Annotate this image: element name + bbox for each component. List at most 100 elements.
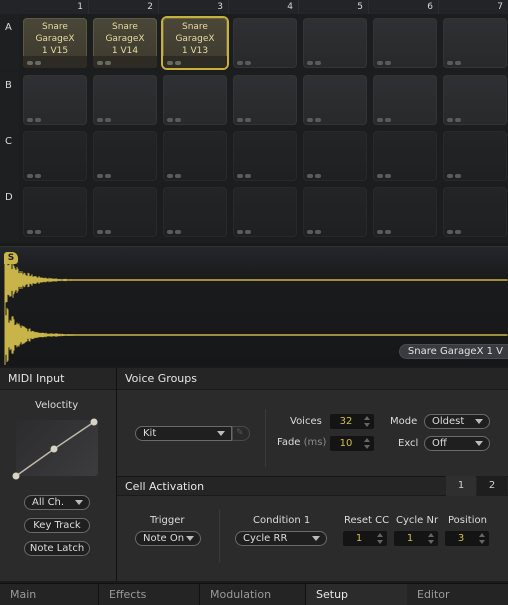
tab-main[interactable]: Main	[0, 584, 99, 605]
grid-cell-b2[interactable]	[93, 75, 157, 125]
grid-cell-b3[interactable]	[163, 75, 227, 125]
cell-activation-page-2[interactable]: 2	[477, 476, 507, 496]
grid-cell-c6[interactable]	[373, 131, 437, 181]
grid-cell-a7[interactable]	[443, 18, 507, 68]
grid-cell-d1[interactable]	[23, 187, 87, 237]
grid-cell-a4[interactable]	[233, 18, 297, 68]
voices-field[interactable]: 32	[330, 414, 374, 429]
grid-cell-a2[interactable]: Snare GarageX 1 V14	[93, 18, 157, 68]
grid-cell-a3[interactable]: Snare GarageX 1 V13	[163, 18, 227, 68]
cell-indicator-icon	[97, 230, 103, 234]
row-label-a[interactable]: A	[0, 14, 19, 70]
cell-indicator-icon	[447, 61, 453, 65]
waveform-display[interactable]: S Snare GarageX 1 V	[0, 246, 508, 366]
cell-indicator-icon	[315, 174, 321, 178]
velocity-curve-point[interactable]	[50, 445, 58, 453]
grid-cell-d2[interactable]	[93, 187, 157, 237]
bottom-tab-bar: Main Effects Modulation Setup Editor	[0, 583, 508, 605]
trigger-select[interactable]: Note On	[135, 531, 201, 546]
spinner-icon[interactable]	[364, 438, 370, 449]
tab-modulation[interactable]: Modulation	[200, 584, 306, 605]
spinner-icon[interactable]	[428, 533, 434, 544]
grid-cell-d3[interactable]	[163, 187, 227, 237]
excl-label: Excl	[398, 438, 419, 449]
grid-cell-c3[interactable]	[163, 131, 227, 181]
cell-sample-name: Snare GarageX 1 V15	[35, 22, 75, 56]
grid-cell-b5[interactable]	[303, 75, 367, 125]
grid-cell-d7[interactable]	[443, 187, 507, 237]
spinner-icon[interactable]	[377, 533, 383, 544]
grid-cell-d5[interactable]	[303, 187, 367, 237]
grid-cell-c1[interactable]	[23, 131, 87, 181]
key-track-button[interactable]: Key Track	[24, 518, 90, 533]
setup-panel: MIDI Input Veloctity All Ch. Key Track N…	[0, 368, 508, 581]
cell-indicator-icon	[385, 174, 391, 178]
grid-cell-c4[interactable]	[233, 131, 297, 181]
column-header-6[interactable]: 6	[369, 0, 439, 14]
condition-select[interactable]: Cycle RR	[235, 531, 327, 546]
row-label-c[interactable]: C	[0, 128, 19, 184]
cell-activation-page-1[interactable]: 1	[446, 476, 476, 496]
position-field[interactable]: 3	[445, 531, 489, 546]
cell-indicator-icon	[447, 118, 453, 122]
cell-indicator-icon	[245, 174, 251, 178]
column-header-2[interactable]: 2	[89, 0, 159, 14]
velocity-curve-segment	[53, 421, 95, 450]
grid-cell-d6[interactable]	[373, 187, 437, 237]
voice-group-select[interactable]: Kit	[135, 426, 232, 441]
column-header-1[interactable]: 1	[19, 0, 89, 14]
grid-cell-b4[interactable]	[233, 75, 297, 125]
fade-unit: (ms)	[303, 437, 327, 448]
column-header-4[interactable]: 4	[229, 0, 299, 14]
column-header-7[interactable]: 7	[439, 0, 508, 14]
grid-cell-a5[interactable]	[303, 18, 367, 68]
reset-cc-field[interactable]: 1	[343, 531, 387, 546]
position-value: 3	[457, 533, 465, 544]
chevron-down-icon	[217, 431, 225, 436]
spinner-icon[interactable]	[364, 416, 370, 427]
grid-cell-a1[interactable]: Snare GarageX 1 V15	[23, 18, 87, 68]
cell-indicator-icon	[97, 174, 103, 178]
excl-select[interactable]: Off	[424, 436, 490, 451]
cell-indicator-icon	[167, 61, 173, 65]
velocity-curve-editor[interactable]	[12, 418, 98, 480]
grid-cell-c2[interactable]	[93, 131, 157, 181]
cell-indicator-icon	[105, 118, 111, 122]
edit-voice-group-button[interactable]: ✎	[232, 426, 250, 441]
grid-cell-b1[interactable]	[23, 75, 87, 125]
cycle-nr-value: 1	[406, 533, 414, 544]
column-header-5[interactable]: 5	[299, 0, 369, 14]
row-label-d[interactable]: D	[0, 184, 19, 240]
tab-setup[interactable]: Setup	[306, 584, 407, 605]
section-divider	[116, 368, 117, 581]
grid-cell-b7[interactable]	[443, 75, 507, 125]
sample-start-marker[interactable]: S	[4, 252, 18, 264]
note-latch-button[interactable]: Note Latch	[24, 541, 90, 556]
cell-indicator-icon	[315, 118, 321, 122]
cell-indicator-icon	[315, 230, 321, 234]
condition-value: Cycle RR	[243, 533, 288, 544]
mode-select[interactable]: Oldest	[424, 414, 490, 429]
grid-cell-c5[interactable]	[303, 131, 367, 181]
cell-indicator-icon	[237, 118, 243, 122]
cell-grid: 1 2 3 4 5 6 7 A B C D Snare GarageX 1 V15 S…	[0, 0, 508, 243]
grid-cell-c7[interactable]	[443, 131, 507, 181]
cell-indicator-icon	[455, 174, 461, 178]
velocity-curve-point[interactable]	[12, 472, 20, 480]
grid-cell-d4[interactable]	[233, 187, 297, 237]
velocity-curve-point[interactable]	[90, 418, 98, 426]
grid-cell-a6[interactable]	[373, 18, 437, 68]
row-label-b[interactable]: B	[0, 72, 19, 128]
grid-cell-b6[interactable]	[373, 75, 437, 125]
column-header-3[interactable]: 3	[159, 0, 229, 14]
fade-field[interactable]: 10	[330, 436, 374, 451]
midi-channel-select[interactable]: All Ch.	[24, 495, 90, 510]
cell-indicator-icon	[455, 61, 461, 65]
cell-indicator-icon	[27, 61, 33, 65]
tab-editor[interactable]: Editor	[407, 584, 508, 605]
cell-indicator-icon	[175, 118, 181, 122]
cycle-nr-field[interactable]: 1	[394, 531, 438, 546]
spinner-icon[interactable]	[479, 533, 485, 544]
tab-effects[interactable]: Effects	[99, 584, 200, 605]
cell-indicator-icon	[175, 174, 181, 178]
